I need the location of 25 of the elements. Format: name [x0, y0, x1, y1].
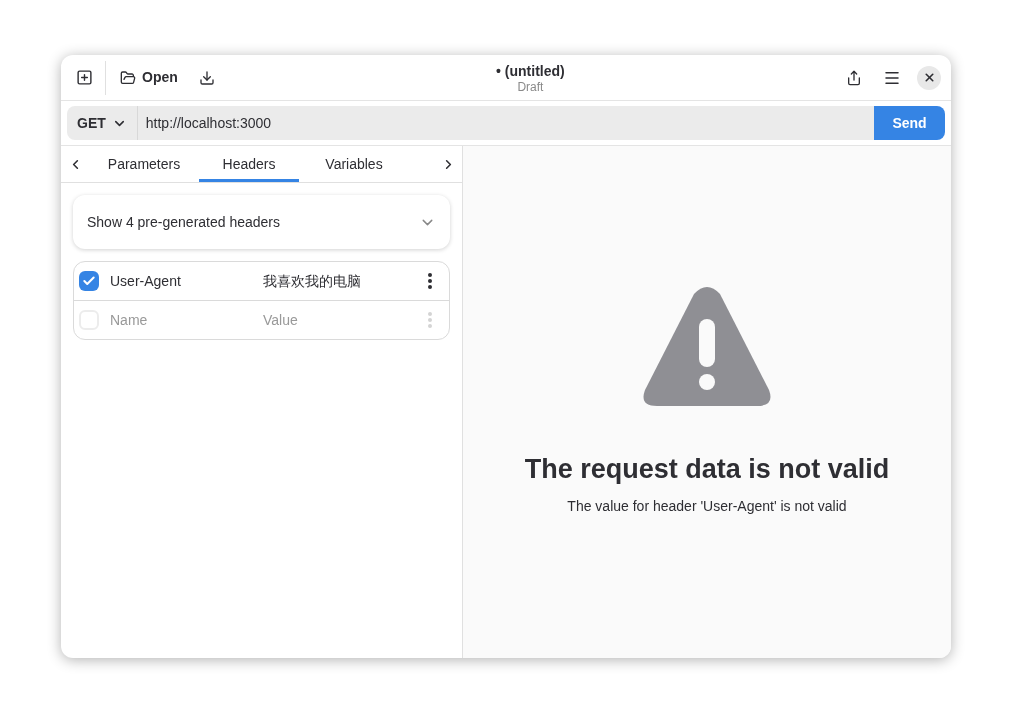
send-button[interactable]: Send: [874, 106, 945, 140]
method-dropdown[interactable]: GET: [67, 106, 138, 140]
header-name-field[interactable]: User-Agent: [110, 270, 263, 292]
tab[interactable]: Variables: [299, 146, 409, 182]
error-title: The request data is not valid: [524, 453, 890, 486]
download-icon: [198, 69, 215, 86]
close-icon: [922, 71, 936, 84]
tab[interactable]: Parameters: [89, 146, 199, 182]
close-button[interactable]: [917, 65, 941, 90]
header-value-field[interactable]: 我喜欢我的电脑: [263, 270, 420, 292]
pregenerated-headers-expander[interactable]: Show 4 pre-generated headers: [73, 195, 450, 249]
checkbox[interactable]: [79, 271, 99, 291]
share-icon: [846, 69, 862, 86]
window-subtitle: Draft: [517, 79, 544, 94]
tab[interactable]: Headers: [199, 146, 299, 182]
new-tab-icon: [75, 69, 93, 86]
more-icon: [428, 312, 432, 328]
folder-icon: [120, 69, 136, 86]
check-icon: [82, 274, 96, 288]
warning-icon: [642, 286, 772, 408]
more-icon: [428, 273, 432, 289]
error-message: The value for header 'User-Agent' is not valid: [567, 497, 847, 516]
window-title: • (untitled): [496, 61, 565, 80]
url-field[interactable]: http://localhost:3000: [137, 106, 874, 140]
open-button[interactable]: Open: [112, 62, 186, 93]
